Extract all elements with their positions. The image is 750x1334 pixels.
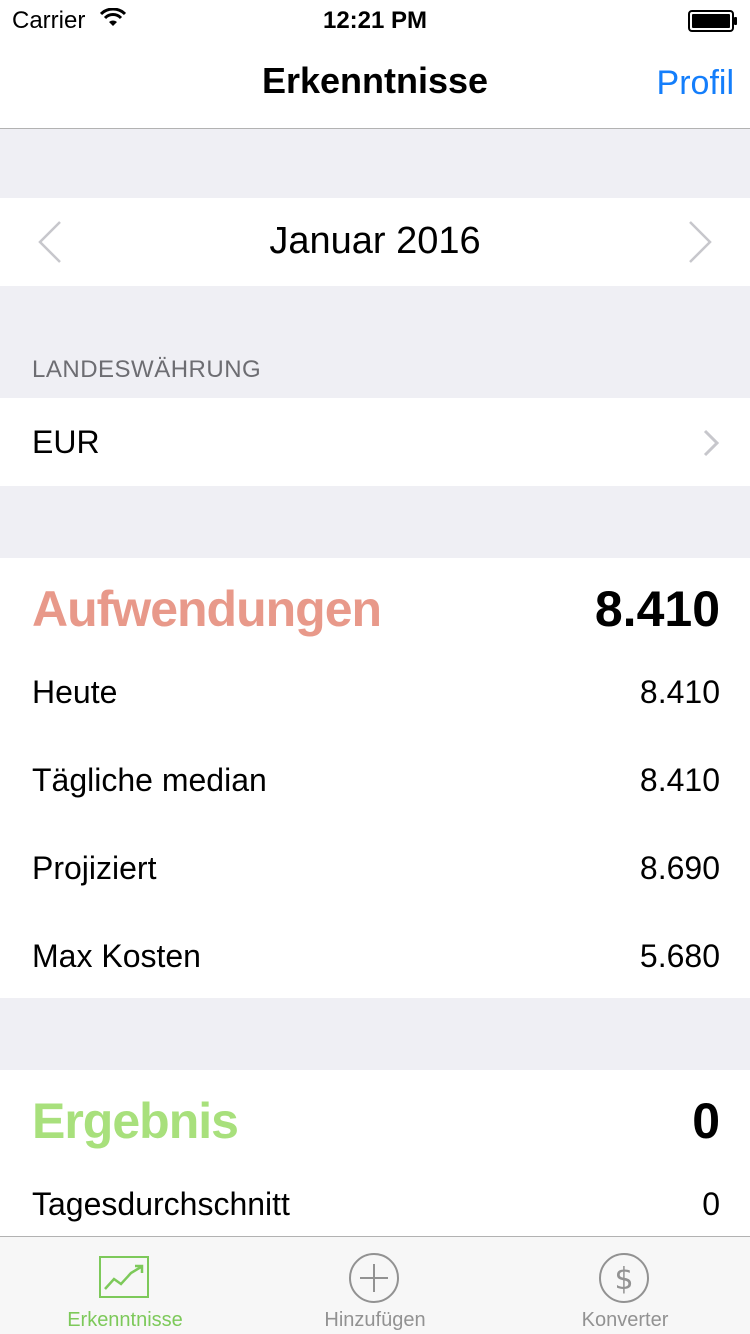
tab-label: Hinzufügen [324, 1309, 426, 1331]
currency-row[interactable]: EUR [0, 398, 750, 486]
currency-section-header: LANDESWÄHRUNG [32, 356, 262, 383]
dollar-circle-icon: $ [599, 1253, 649, 1303]
tab-label: Konverter [581, 1309, 669, 1331]
navigation-bar: Erkenntnisse Profil [0, 40, 750, 129]
status-time: 12:21 PM [322, 7, 428, 34]
tab-add[interactable]: Hinzufügen [250, 1237, 500, 1334]
expenses-card: Aufwendungen 8.410 Heute 8.410 Tägliche … [0, 558, 750, 998]
currency-value: EUR [32, 424, 100, 460]
month-selector: Januar 2016 [0, 198, 750, 286]
income-header: Ergebnis 0 [32, 1092, 720, 1152]
stat-label: Tagesdurchschnitt [32, 1186, 290, 1222]
stat-row-projected: Projiziert 8.690 [32, 850, 720, 900]
stat-value: 8.410 [639, 674, 720, 710]
tab-insights[interactable]: Erkenntnisse [0, 1237, 250, 1334]
stat-label: Max Kosten [32, 938, 201, 974]
status-bar: Carrier 12:21 PM [0, 0, 750, 40]
stat-value: 5.680 [639, 938, 720, 974]
disclosure-chevron-icon [703, 429, 720, 457]
stat-row-daily-average: Tagesdurchschnitt 0 [32, 1186, 720, 1236]
expenses-title: Aufwendungen [32, 581, 382, 637]
expenses-header: Aufwendungen 8.410 [32, 580, 720, 640]
expenses-total: 8.410 [594, 581, 720, 637]
tab-bar: Erkenntnisse Hinzufügen $ Konverter [0, 1236, 750, 1334]
income-card: Ergebnis 0 Tagesdurchschnitt 0 [0, 1070, 750, 1240]
battery-icon [688, 10, 737, 32]
page-title: Erkenntnisse [261, 60, 489, 101]
chart-icon [99, 1256, 149, 1298]
stat-value: 8.410 [639, 762, 720, 798]
stat-value: 0 [702, 1186, 720, 1222]
stat-row-today: Heute 8.410 [32, 674, 720, 724]
screen: Carrier 12:21 PM Erkenntnisse Profil Jan… [0, 0, 750, 1334]
next-month-chevron-icon[interactable] [684, 218, 714, 266]
add-circle-icon [349, 1253, 399, 1303]
stat-value: 8.690 [639, 850, 720, 886]
month-label: Januar 2016 [269, 220, 481, 262]
stat-label: Heute [32, 674, 118, 710]
stat-row-max-cost: Max Kosten 5.680 [32, 938, 720, 988]
stat-row-daily-median: Tägliche median 8.410 [32, 762, 720, 812]
tab-label: Erkenntnisse [67, 1309, 183, 1331]
stat-label: Projiziert [32, 850, 157, 886]
income-title: Ergebnis [32, 1093, 239, 1149]
income-total: 0 [692, 1093, 720, 1149]
svg-text:$: $ [614, 1262, 633, 1297]
tab-converter[interactable]: $ Konverter [500, 1237, 750, 1334]
stat-label: Tägliche median [32, 762, 267, 798]
profile-button[interactable]: Profil [657, 64, 734, 103]
